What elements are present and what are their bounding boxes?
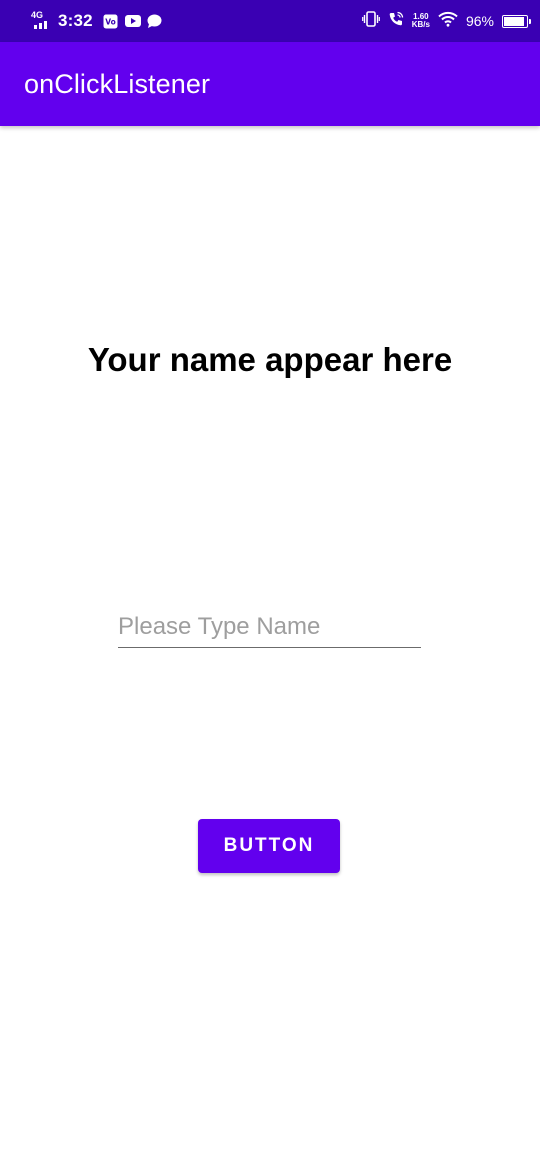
status-bar: 4G 3:32 Vo 1.60 KB/s 96%	[0, 0, 540, 42]
battery-fill	[504, 16, 524, 26]
app-title: onClickListener	[24, 68, 211, 99]
submit-button[interactable]: BUTTON	[198, 819, 340, 873]
vpn-icon: Vo	[103, 13, 119, 29]
app-screen: 4G 3:32 Vo 1.60 KB/s 96% onClickListener…	[0, 0, 540, 1170]
battery-icon	[502, 14, 531, 28]
network-type-label: 4G	[31, 10, 44, 20]
wifi-icon	[438, 11, 458, 32]
name-display-text: Your name appear here	[87, 341, 453, 378]
name-input-container	[118, 606, 421, 648]
youtube-icon	[124, 13, 141, 29]
app-bar: onClickListener	[0, 42, 540, 126]
battery-percent: 96%	[465, 13, 494, 29]
name-input[interactable]	[118, 606, 421, 647]
wifi-calling-icon	[388, 11, 404, 32]
svg-text:Vo: Vo	[106, 17, 117, 26]
vibrate-icon	[361, 10, 380, 32]
cellular-signal-icon: 4G	[30, 10, 50, 32]
data-speed-icon: 1.60 KB/s	[412, 13, 430, 29]
data-speed-unit: KB/s	[411, 20, 430, 29]
status-time: 3:32	[58, 11, 93, 30]
chat-icon	[147, 13, 163, 29]
signal-bars	[34, 21, 47, 29]
status-bar-left: 4G 3:32 Vo	[30, 0, 163, 42]
status-bar-right: 1.60 KB/s 96%	[361, 0, 531, 42]
